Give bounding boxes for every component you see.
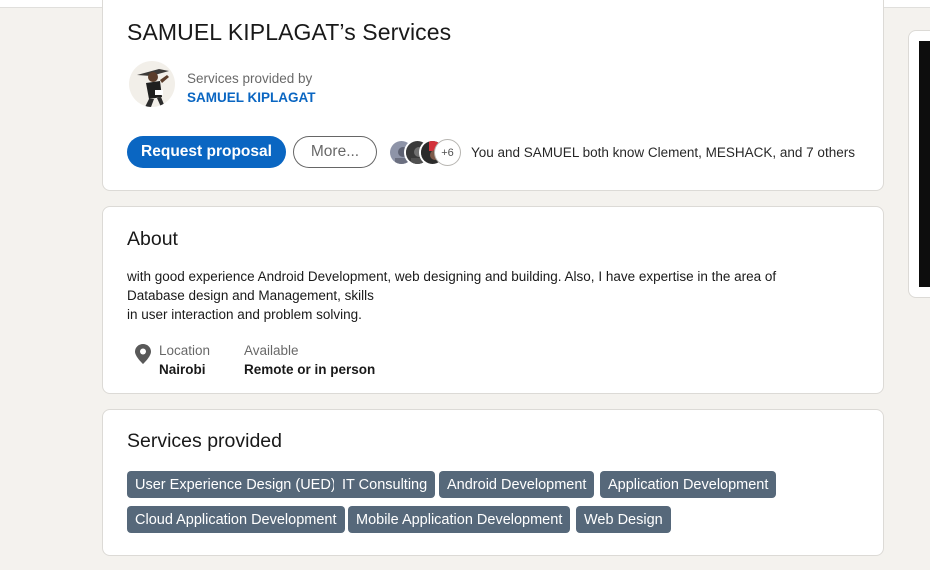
services-provided-card: Services provided User Experience Design… (102, 409, 884, 556)
about-title: About (127, 228, 178, 250)
location-pin-icon (135, 344, 151, 364)
side-media-panel (908, 30, 930, 298)
service-chip: Web Design (576, 506, 671, 533)
service-chip: User Experience Design (UED) (127, 471, 344, 498)
about-text: with good experience Android Development… (127, 269, 777, 322)
provider-name-link[interactable]: SAMUEL KIPLAGAT (187, 90, 316, 105)
provider-caption: Services provided by (187, 71, 313, 86)
service-chip: IT Consulting (334, 471, 436, 498)
location-value: Nairobi (159, 362, 206, 377)
request-proposal-button[interactable]: Request proposal (127, 136, 286, 168)
about-card: About with good experience Android Devel… (102, 206, 884, 394)
availability-value: Remote or in person (244, 362, 376, 377)
side-media-image (919, 41, 930, 287)
mutual-connections-avatars[interactable]: +6 (388, 139, 466, 166)
more-button[interactable]: More... (293, 136, 377, 168)
services-title: Services provided (127, 430, 282, 452)
mutual-connections-text[interactable]: You and SAMUEL both know Clement, MESHAC… (471, 145, 855, 160)
service-chip: Mobile Application Development (348, 506, 571, 533)
service-chip: Application Development (600, 471, 777, 498)
service-chip: Android Development (439, 471, 595, 498)
mutual-count-badge: +6 (434, 139, 461, 166)
location-label: Location (159, 343, 211, 358)
services-header-card: SAMUEL KIPLAGAT’s Services Services prov… (102, 0, 884, 191)
page-title: SAMUEL KIPLAGAT’s Services (127, 19, 452, 45)
service-chip: Cloud Application Development (127, 506, 345, 533)
provider-avatar[interactable] (129, 61, 175, 107)
availability-label: Available (244, 343, 299, 358)
